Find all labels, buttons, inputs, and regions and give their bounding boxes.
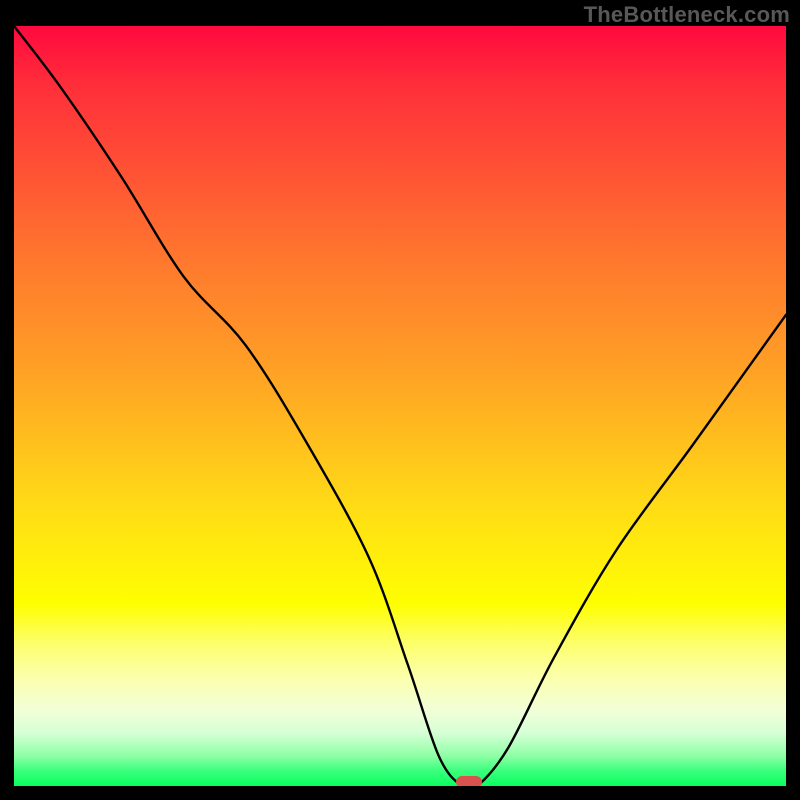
bottleneck-curve <box>14 26 786 786</box>
plot-area <box>14 26 786 786</box>
curve-path <box>14 26 786 786</box>
chart-frame: TheBottleneck.com <box>0 0 800 800</box>
watermark-text: TheBottleneck.com <box>584 2 790 28</box>
optimal-point-marker <box>456 776 482 786</box>
